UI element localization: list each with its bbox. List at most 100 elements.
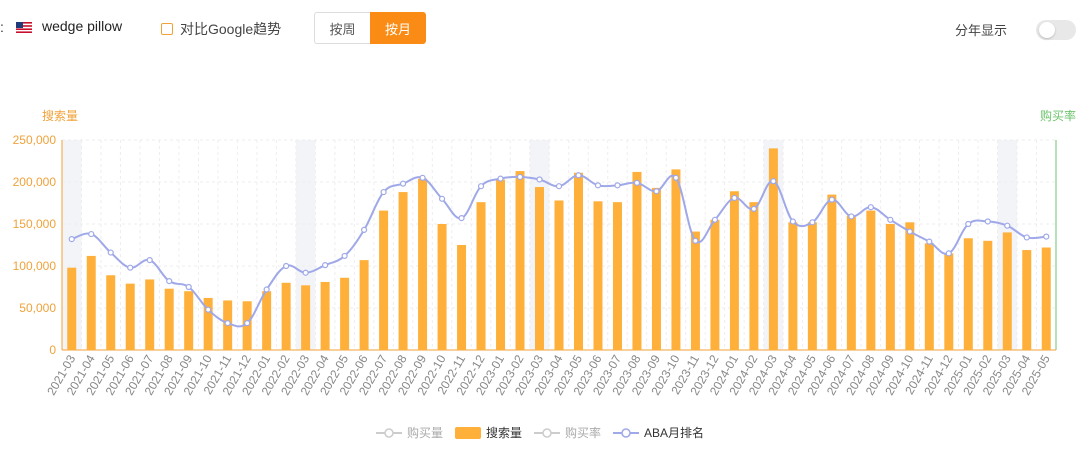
bar-2023-10: [671, 169, 681, 350]
aba-rank-point-2022-02: [283, 262, 290, 270]
legend-swatch-icon: [454, 426, 481, 439]
y-tick-label: 200,000: [13, 175, 57, 189]
bar-2021-05: [106, 275, 116, 350]
legend-label: 搜索量: [485, 426, 522, 440]
bar-2021-08: [164, 288, 174, 350]
aba-rank-point-2025-01: [965, 220, 972, 228]
aba-rank-point-2025-04: [1023, 234, 1030, 241]
aba-rank-point-2021-11: [224, 320, 231, 327]
aba-rank-point-2024-02: [750, 205, 758, 212]
google-trends-label: 对比Google趋势: [180, 21, 282, 37]
bar-2023-03: [535, 187, 545, 350]
bar-2024-04: [788, 222, 798, 350]
aba-rank-point-2023-01: [497, 175, 504, 182]
legend-item-1[interactable]: 搜索量: [454, 424, 522, 441]
bar-2021-06: [125, 283, 135, 350]
aba-rank-point-2024-08: [867, 204, 874, 211]
aba-rank-point-2021-03: [68, 236, 75, 243]
aba-rank-point-2022-07: [380, 188, 387, 196]
aba-rank-point-2024-11: [926, 238, 933, 245]
google-trends-checkbox[interactable]: 对比Google趋势: [161, 19, 281, 39]
aba-rank-point-2022-11: [458, 215, 465, 222]
bar-2024-07: [846, 215, 856, 350]
weekly-button[interactable]: 按周: [314, 12, 370, 44]
bar-2025-05: [1041, 247, 1051, 350]
y-tick-label: 250,000: [13, 133, 57, 147]
bar-2022-09: [418, 178, 428, 350]
aba-rank-point-2025-05: [1043, 233, 1050, 240]
checkbox-box[interactable]: [161, 23, 173, 35]
chart-legend: 购买量 搜索量 购买率 ABA月排名: [0, 424, 1080, 441]
bar-2022-05: [340, 277, 350, 350]
bar-2023-07: [612, 202, 622, 350]
period-switch: 按周 按月: [314, 12, 426, 44]
bar-2024-11: [924, 243, 934, 350]
bar-2022-10: [437, 224, 447, 350]
bar-2021-07: [145, 279, 155, 350]
aba-rank-point-2024-06: [828, 196, 835, 203]
bar-2024-12: [944, 253, 954, 350]
aba-rank-point-2023-09: [653, 188, 660, 195]
aba-rank-point-2023-03: [536, 176, 543, 183]
bar-2022-03: [301, 285, 311, 350]
bar-2023-06: [593, 201, 603, 350]
bar-2023-11: [690, 231, 700, 350]
legend-swatch-icon: [613, 427, 640, 438]
toolbar: : wedge pillow 对比Google趋势 按周 按月 分年显示: [0, 0, 1080, 60]
aba-rank-point-2022-06: [360, 226, 368, 233]
y-tick-label: 100,000: [13, 259, 57, 273]
aba-rank-point-2024-12: [945, 250, 952, 257]
aba-rank-point-2022-08: [399, 180, 407, 187]
aba-rank-point-2023-11: [692, 237, 699, 244]
us-flag-icon: [16, 22, 32, 33]
bar-2025-01: [963, 238, 973, 350]
legend-item-0[interactable]: 购买量: [375, 424, 443, 441]
aba-rank-point-2024-09: [887, 216, 894, 223]
y-tick-label: 150,000: [13, 217, 57, 231]
aba-rank-point-2023-08: [633, 179, 641, 186]
bar-2022-11: [457, 245, 467, 350]
legend-item-3[interactable]: ABA月排名: [613, 424, 704, 441]
bar-2023-04: [554, 200, 564, 350]
bar-2024-05: [807, 222, 817, 350]
aba-rank-point-2024-07: [848, 213, 855, 220]
bar-2022-12: [476, 202, 486, 350]
right-axis-label: 购买率: [1040, 108, 1076, 123]
aba-rank-point-2021-12: [244, 320, 251, 327]
aba-rank-point-2023-04: [555, 183, 563, 190]
bar-2021-09: [184, 291, 194, 350]
aba-rank-point-2022-12: [477, 183, 485, 190]
bar-2023-12: [710, 219, 720, 350]
y-tick-label: 0: [49, 343, 56, 357]
bar-2024-10: [905, 222, 915, 350]
monthly-button[interactable]: 按月: [370, 12, 426, 44]
aba-rank-point-2025-02: [984, 218, 991, 225]
aba-rank-point-2023-06: [594, 182, 602, 189]
bar-2023-09: [651, 187, 661, 350]
search-volume-chart: 0 50,000 100,000 150,000 200,000 250,000 搜索量 购买…: [13, 108, 1076, 398]
aba-rank-point-2021-07: [146, 257, 153, 264]
aba-rank-point-2022-09: [419, 174, 426, 181]
aba-rank-point-2023-05: [575, 172, 582, 179]
left-axis-label: 搜索量: [42, 108, 78, 123]
bar-2024-09: [885, 224, 895, 350]
aba-rank-point-2021-10: [205, 306, 212, 313]
bar-2025-02: [983, 240, 993, 350]
legend-item-2[interactable]: 购买率: [534, 424, 601, 441]
aba-rank-point-2024-03: [770, 178, 777, 185]
aba-rank-point-2022-01: [263, 286, 270, 293]
aba-rank-point-2024-04: [789, 218, 796, 225]
aba-rank-point-2021-06: [127, 264, 134, 271]
aba-rank-point-2023-10: [672, 174, 680, 181]
aba-rank-point-2022-04: [322, 262, 329, 269]
aba-rank-point-2023-07: [614, 182, 621, 189]
aba-rank-point-2025-03: [1004, 222, 1011, 229]
bar-2023-01: [496, 179, 506, 350]
year-view-label: 分年显示: [955, 23, 1008, 38]
bar-2023-05: [573, 172, 583, 350]
legend-swatch-icon: [375, 427, 402, 438]
bar-2024-06: [827, 194, 837, 350]
aba-rank-point-2022-03: [302, 269, 309, 276]
year-view-toggle[interactable]: [1036, 20, 1076, 40]
aba-rank-point-2024-10: [906, 228, 913, 235]
